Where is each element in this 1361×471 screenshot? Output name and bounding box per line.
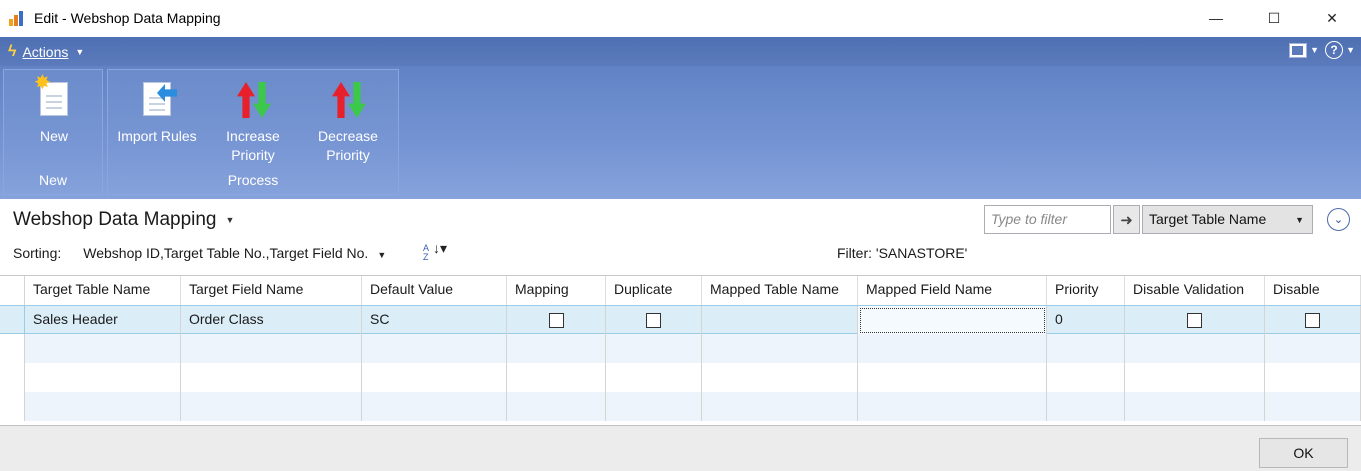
decrease-priority-label: Decrease Priority xyxy=(318,128,378,163)
ribbon-group-label: New xyxy=(38,172,67,188)
column-header[interactable]: Disable xyxy=(1265,276,1361,305)
grid-header-row: Target Table Name Target Field Name Defa… xyxy=(0,276,1361,305)
page-title-menu[interactable]: Webshop Data Mapping ▼ xyxy=(13,209,234,231)
sorting-value: Webshop ID,Target Table No.,Target Field… xyxy=(83,245,369,261)
column-header[interactable]: Priority xyxy=(1047,276,1125,305)
row-selector-header xyxy=(0,276,25,305)
lightning-icon: ϟ xyxy=(8,42,17,60)
actions-bar: ϟ Actions ▼ ▼ ? ▼ xyxy=(0,37,1361,66)
column-header[interactable]: Default Value xyxy=(362,276,507,305)
mapped-table-name-cell[interactable] xyxy=(702,306,858,335)
target-field-name-cell[interactable]: Order Class xyxy=(181,306,362,335)
mapped-field-name-cell[interactable] xyxy=(858,306,1047,335)
column-header[interactable]: Target Field Name xyxy=(181,276,362,305)
arrow-right-icon: ➜ xyxy=(1120,211,1133,229)
target-table-name-cell[interactable]: Sales Header xyxy=(25,306,181,335)
empty-row[interactable] xyxy=(0,334,1361,363)
page-title: Webshop Data Mapping xyxy=(13,209,217,230)
default-value-cell[interactable]: SC xyxy=(362,306,507,335)
new-button-label: New xyxy=(39,128,68,144)
filter-field-select[interactable]: Target Table Name ▼ xyxy=(1142,205,1313,234)
sorting-select[interactable]: Webshop ID,Target Table No.,Target Field… xyxy=(83,245,386,261)
increase-priority-button[interactable]: Increase Priority xyxy=(211,80,295,165)
decrease-priority-button[interactable]: Decrease Priority xyxy=(306,80,390,165)
row-selector[interactable] xyxy=(0,306,25,335)
priority-cell[interactable]: 0 xyxy=(1047,306,1125,335)
filter-indicator: Filter: 'SANASTORE' xyxy=(837,245,968,261)
window-title: Edit - Webshop Data Mapping xyxy=(34,10,221,26)
view-options-button[interactable]: ▼ xyxy=(1289,42,1320,58)
filter-input[interactable]: Type to filter xyxy=(984,205,1111,234)
empty-row[interactable] xyxy=(0,363,1361,392)
close-button[interactable]: ✕ xyxy=(1303,0,1361,36)
new-button[interactable]: ✸ New xyxy=(12,73,96,146)
sort-az-icon: AZ xyxy=(423,243,430,262)
chevron-down-icon: ▼ xyxy=(1310,45,1320,55)
chevron-down-icon: ▼ xyxy=(377,250,387,260)
dynamics-nav-icon xyxy=(9,10,27,26)
sorting-label: Sorting: xyxy=(13,245,62,261)
chevron-down-icon: ▼ xyxy=(225,214,235,225)
increase-priority-label: Increase Priority xyxy=(226,128,280,163)
import-rules-label: Import Rules xyxy=(117,128,197,144)
footer-bar xyxy=(0,425,1361,471)
title-bar: Edit - Webshop Data Mapping — ☐ ✕ xyxy=(0,0,1361,36)
import-icon xyxy=(137,80,177,120)
new-document-icon: ✸ xyxy=(34,73,74,120)
chevron-down-icon: ▼ xyxy=(1346,45,1355,55)
expand-filter-button[interactable]: ⌄ xyxy=(1327,208,1350,231)
disable-cell xyxy=(1265,306,1361,335)
help-button[interactable]: ? ▼ xyxy=(1325,41,1355,59)
increase-priority-icon xyxy=(233,80,273,120)
chevron-down-icon: ▼ xyxy=(1295,215,1304,225)
sort-direction-button[interactable]: A Z ↓▾ xyxy=(422,240,452,264)
apply-filter-button[interactable]: ➜ xyxy=(1113,205,1140,234)
table-row[interactable]: Sales Header Order Class SC 0 xyxy=(0,305,1361,335)
decrease-priority-icon xyxy=(328,80,368,120)
help-icon: ? xyxy=(1325,41,1344,59)
chevron-down-icon: ▼ xyxy=(75,46,85,57)
duplicate-checkbox[interactable] xyxy=(646,313,661,328)
sorting-bar: Sorting: Webshop ID,Target Table No.,Tar… xyxy=(13,245,386,261)
disable-validation-cell xyxy=(1125,306,1265,335)
column-header[interactable]: Mapped Field Name xyxy=(858,276,1047,305)
mapping-cell xyxy=(507,306,606,335)
column-header[interactable]: Mapping xyxy=(507,276,606,305)
ribbon: ✸ New New Import Rules Increase Priority… xyxy=(0,66,1361,199)
empty-row[interactable] xyxy=(0,392,1361,421)
actions-menu[interactable]: ϟ Actions ▼ xyxy=(8,43,84,61)
column-header[interactable]: Duplicate xyxy=(606,276,702,305)
column-header[interactable]: Disable Validation xyxy=(1125,276,1265,305)
window-layout-icon xyxy=(1289,42,1308,58)
minimize-button[interactable]: — xyxy=(1187,0,1245,36)
ribbon-group-label: Process xyxy=(227,172,279,188)
column-header[interactable]: Target Table Name xyxy=(25,276,181,305)
disable-validation-checkbox[interactable] xyxy=(1187,313,1202,328)
sort-arrow-icon: ↓▾ xyxy=(433,240,448,256)
mapping-checkbox[interactable] xyxy=(548,313,564,328)
actions-label: Actions xyxy=(22,43,69,60)
column-header[interactable]: Mapped Table Name xyxy=(702,276,858,305)
ribbon-group-new: ✸ New New xyxy=(3,69,103,195)
ok-button[interactable]: OK xyxy=(1259,438,1348,468)
chevron-down-circle-icon: ⌄ xyxy=(1333,214,1344,226)
data-grid: Target Table Name Target Field Name Defa… xyxy=(0,275,1361,425)
filter-field-value: Target Table Name xyxy=(1149,211,1267,227)
ribbon-group-process: Import Rules Increase Priority Decrease … xyxy=(107,69,399,195)
maximize-button[interactable]: ☐ xyxy=(1245,0,1303,36)
import-rules-button[interactable]: Import Rules xyxy=(115,80,199,146)
duplicate-cell xyxy=(606,306,702,335)
disable-checkbox[interactable] xyxy=(1305,313,1320,328)
